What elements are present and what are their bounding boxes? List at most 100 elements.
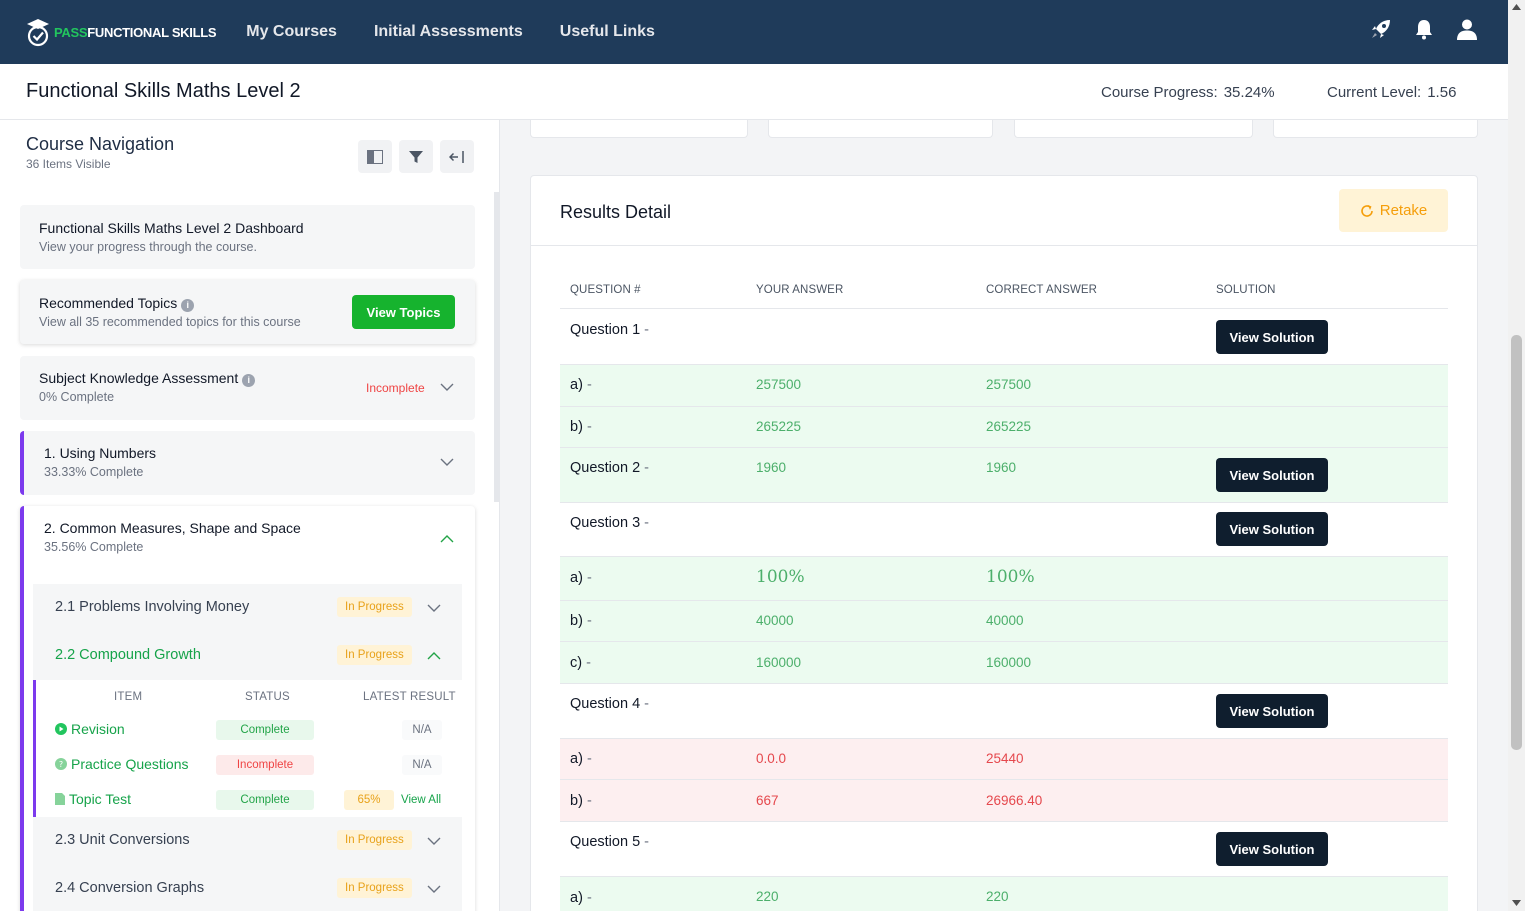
table-row: b) - 40000 40000 [560,600,1448,641]
subtopic-unit-conversions[interactable]: 2.3 Unit Conversions In Progress [33,817,462,865]
document-icon [55,793,65,805]
play-circle-icon [55,723,67,735]
correct-answer: 25440 [986,751,1024,766]
question-label: b) - [570,613,592,629]
subtopic-compound-growth[interactable]: 2.2 Compound Growth In Progress [33,632,462,680]
retake-button[interactable]: Retake [1339,189,1448,232]
chevron-down-icon[interactable] [427,834,441,848]
table-row: c) - 160000 160000 [560,641,1448,683]
chevron-up-icon[interactable] [427,649,441,663]
table-row: b) - 265225 265225 [560,406,1448,447]
subject-knowledge-assessment-card[interactable]: Subject Knowledge Assessment i 0% Complet… [20,356,475,420]
rocket-icon[interactable] [1370,18,1392,40]
view-topics-button[interactable]: View Topics [352,295,455,329]
toggle-panel-button[interactable] [358,140,392,173]
status-badge: Incomplete [216,755,314,775]
correct-answer: 26966.40 [986,793,1043,808]
table-row: a) - 100% 100% [560,556,1448,600]
col-solution: SOLUTION [1216,284,1276,296]
question-label: c) - [570,655,591,671]
correct-answer: 257500 [986,377,1032,392]
recommended-sub: View all 35 recommended topics for this … [39,315,301,329]
collapse-sidebar-button[interactable] [440,140,474,173]
dashboard-sub: View your progress through the course. [39,240,257,254]
view-solution-button[interactable]: View Solution [1216,512,1328,546]
results-title: Results Detail [560,202,672,222]
dashboard-card[interactable]: Functional Skills Maths Level 2 Dashboar… [20,205,475,269]
table-row: a) - 257500 257500 [560,364,1448,406]
chevron-down-icon[interactable] [427,601,441,615]
col-your-answer: YOUR ANSWER [756,284,844,296]
chevron-down-icon[interactable] [440,380,454,394]
scrollbar-thumb[interactable] [1511,335,1522,750]
your-answer: 40000 [756,613,794,628]
arrow-left-bar-icon [449,150,464,163]
section-accent-bar [20,431,24,495]
scroll-up-icon[interactable] [1512,4,1521,10]
top-navbar: PASSFUNCTIONAL SKILLS My Courses Initial… [0,0,1508,64]
correct-answer: 265225 [986,419,1032,434]
table-row: a) - 0.0.0 25440 [560,738,1448,779]
chevron-down-icon[interactable] [427,882,441,896]
view-solution-button[interactable]: View Solution [1216,320,1328,354]
info-icon[interactable]: i [242,374,256,387]
table-row: Question 1 - View Solution [560,308,1448,364]
scroll-down-icon[interactable] [1512,900,1521,906]
col-question: QUESTION # [570,284,641,296]
table-row: Question 5 - View Solution [560,821,1448,876]
bell-icon[interactable] [1414,18,1434,40]
question-label: a) - [570,751,592,767]
question-label: Question 4 - [570,696,650,712]
item-topic-test[interactable]: Topic Test [55,791,131,807]
filter-button[interactable] [399,140,433,173]
latest-result: N/A [402,755,442,775]
question-label: Question 5 - [570,834,650,850]
chevron-up-icon[interactable] [440,532,454,546]
course-header: Functional Skills Maths Level 2 Course P… [0,64,1508,120]
recommended-title: Recommended Topics i [39,295,195,312]
table-row: b) - 667 26966.40 [560,779,1448,821]
status-badge: In Progress [337,878,412,898]
info-icon[interactable]: i [181,299,195,312]
nav-initial-assessments[interactable]: Initial Assessments [374,23,523,41]
page-title: Functional Skills Maths Level 2 [26,80,301,102]
brand-logo[interactable]: PASSFUNCTIONAL SKILLS [26,17,217,47]
course-progress: Course Progress: 35.24% [1101,84,1275,101]
view-solution-button[interactable]: View Solution [1216,832,1328,866]
view-all-link[interactable]: View All [401,794,441,806]
subtopic-title: 2.3 Unit Conversions [55,832,190,848]
refresh-icon [1360,204,1373,217]
status-badge: In Progress [337,597,412,617]
user-icon[interactable] [1456,18,1478,40]
question-label: Question 2 - [570,460,650,476]
subtopic-title: 2.2 Compound Growth [55,647,201,663]
subtopic-conversion-graphs[interactable]: 2.4 Conversion Graphs In Progress [33,865,462,911]
question-label: b) - [570,419,592,435]
your-answer: 667 [756,793,779,808]
your-answer: 265225 [756,419,802,434]
chevron-down-icon[interactable] [440,455,454,469]
subtopic-problems-money[interactable]: 2.1 Problems Involving Money In Progress [33,584,462,632]
page-scrollbar[interactable] [1508,0,1525,911]
section-using-numbers[interactable]: 1. Using Numbers 33.33% Complete [20,431,475,495]
panel-icon [367,149,383,164]
table-row: Question 2 - 1960 1960 View Solution [560,447,1448,502]
item-revision[interactable]: Revision [55,721,125,737]
item-practice-questions[interactable]: ? Practice Questions [55,756,189,772]
stat-card [1014,120,1253,138]
question-label: b) - [570,793,592,809]
question-label: Question 3 - [570,515,650,531]
status-badge: Complete [216,720,314,740]
section-title[interactable]: 2. Common Measures, Shape and Space [44,520,301,536]
table-row: Question 3 - View Solution [560,502,1448,556]
sidebar-title: Course Navigation [26,134,175,154]
your-answer: 1960 [756,460,787,475]
table-row: Question 4 - View Solution [560,683,1448,738]
brand-text: PASSFUNCTIONAL SKILLS [54,24,217,40]
view-solution-button[interactable]: View Solution [1216,458,1328,492]
view-solution-button[interactable]: View Solution [1216,694,1328,728]
divider [531,245,1477,246]
nav-my-courses[interactable]: My Courses [246,23,337,41]
svg-text:?: ? [59,760,63,769]
nav-useful-links[interactable]: Useful Links [560,23,655,41]
